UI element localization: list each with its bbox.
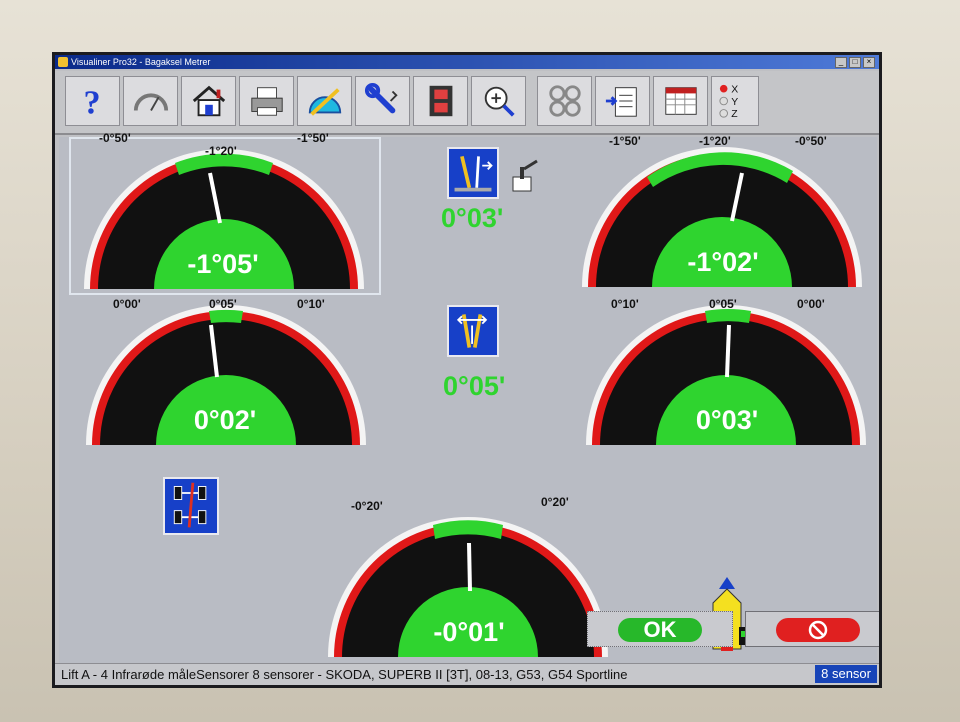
status-text: Lift A - 4 Infrarøde måleSensorer 8 sens… (61, 667, 628, 682)
camber-right-gauge[interactable]: -1°50' -1°20' -0°50' -1°02' (577, 134, 867, 296)
axis-option-y[interactable]: Y (731, 97, 738, 108)
svg-text:?: ? (83, 84, 100, 120)
thrust-min-label: -0°20' (351, 499, 383, 513)
axis-option-z[interactable]: Z (731, 109, 738, 120)
thrust-value: -0°01' (433, 617, 505, 647)
help-icon: ? (83, 84, 100, 120)
spreadsheet-icon (664, 87, 697, 115)
status-bar: Lift A - 4 Infrarøde måleSensorer 8 sens… (55, 663, 879, 685)
sensor-badge: 8 sensor (815, 665, 877, 683)
ok-button-label: OK (618, 618, 702, 642)
minimize-button[interactable]: _ (835, 57, 847, 68)
camber-right-target-label: -1°20' (699, 134, 731, 148)
video-button[interactable] (413, 76, 468, 126)
toe-left-max-label: 0°10' (297, 297, 325, 311)
camber-left-target-label: -1°20' (205, 144, 237, 158)
home-button[interactable] (181, 76, 236, 126)
gauge-icon (133, 93, 168, 111)
window-controls: _ □ × (835, 57, 875, 68)
toolbar: ? X Y Z (55, 71, 879, 135)
camber-left-value: -1°05' (187, 249, 259, 279)
camber-diff-icon (447, 147, 499, 199)
printer-icon (250, 87, 283, 116)
toe-left-target-label: 0°05' (209, 297, 237, 311)
toe-right-max-label: 0°00' (797, 297, 825, 311)
measure-button[interactable] (297, 76, 352, 126)
total-toe-value: 0°05' (443, 371, 506, 401)
thrust-angle-icon (163, 477, 219, 535)
cancel-button[interactable] (745, 611, 879, 647)
camber-right-min-label: -1°50' (609, 134, 641, 148)
data-button[interactable] (653, 76, 708, 126)
radio-group-icon: X Y Z (719, 84, 738, 120)
total-toe-icon (447, 305, 499, 357)
thrust-gauge[interactable]: -0°20' 0°20' -0°01' (323, 495, 613, 666)
window-titlebar: Visualiner Pro32 - Bagaksel Metrer _ □ × (55, 55, 879, 69)
clipboard-icon (605, 87, 637, 117)
toe-left-value: 0°02' (193, 405, 257, 435)
axis-selector[interactable]: X Y Z (711, 76, 759, 126)
ok-button[interactable]: OK (587, 611, 733, 647)
screen: Visualiner Pro32 - Bagaksel Metrer _ □ ×… (52, 52, 882, 688)
wrench-icon (364, 82, 398, 114)
linkage-button[interactable] (537, 76, 592, 126)
camber-right-max-label: -0°50' (795, 134, 827, 148)
app-icon (58, 57, 68, 67)
help-button[interactable]: ? (65, 76, 120, 126)
camber-left-min-label: -0°50' (99, 131, 131, 145)
camber-diff-value: 0°03' (441, 203, 504, 233)
toe-left-gauge[interactable]: 0°00' 0°05' 0°10' 0°02' (81, 297, 371, 454)
lift-jack-icon (512, 159, 538, 192)
toe-right-value: 0°03' (695, 405, 759, 435)
close-button[interactable]: × (863, 57, 875, 68)
measurement-pane: -0°50' -1°20' -1°50' -1°05' -1°50' -1°20… (59, 131, 879, 667)
camber-left-gauge[interactable]: -0°50' -1°20' -1°50' -1°05' (79, 131, 369, 298)
film-icon (429, 85, 452, 117)
zoom-button[interactable] (471, 76, 526, 126)
toe-arrows-icon (456, 314, 488, 348)
maximize-button[interactable]: □ (849, 57, 861, 68)
report-button[interactable] (595, 76, 650, 126)
camber-left-max-label: -1°50' (297, 131, 329, 145)
gauge-button[interactable] (123, 76, 178, 126)
axle-icon (173, 482, 207, 528)
axis-option-x[interactable]: X (731, 84, 738, 95)
thrust-max-label: 0°20' (541, 495, 569, 509)
toe-right-gauge[interactable]: 0°10' 0°05' 0°00' 0°03' (581, 297, 871, 454)
wheel-tilt-icon (454, 155, 493, 192)
protractor-icon (308, 88, 341, 116)
toe-left-min-label: 0°00' (113, 297, 141, 311)
print-button[interactable] (239, 76, 294, 126)
adjust-button[interactable] (355, 76, 410, 126)
chain-icon (548, 85, 581, 117)
no-entry-icon (808, 620, 828, 640)
cancel-pill (776, 618, 860, 642)
magnifier-icon (484, 86, 515, 117)
camber-right-value: -1°02' (687, 247, 759, 277)
window-title: Visualiner Pro32 - Bagaksel Metrer (71, 57, 211, 67)
toe-right-min-label: 0°10' (611, 297, 639, 311)
home-icon (192, 85, 225, 117)
toe-right-target-label: 0°05' (709, 297, 737, 311)
